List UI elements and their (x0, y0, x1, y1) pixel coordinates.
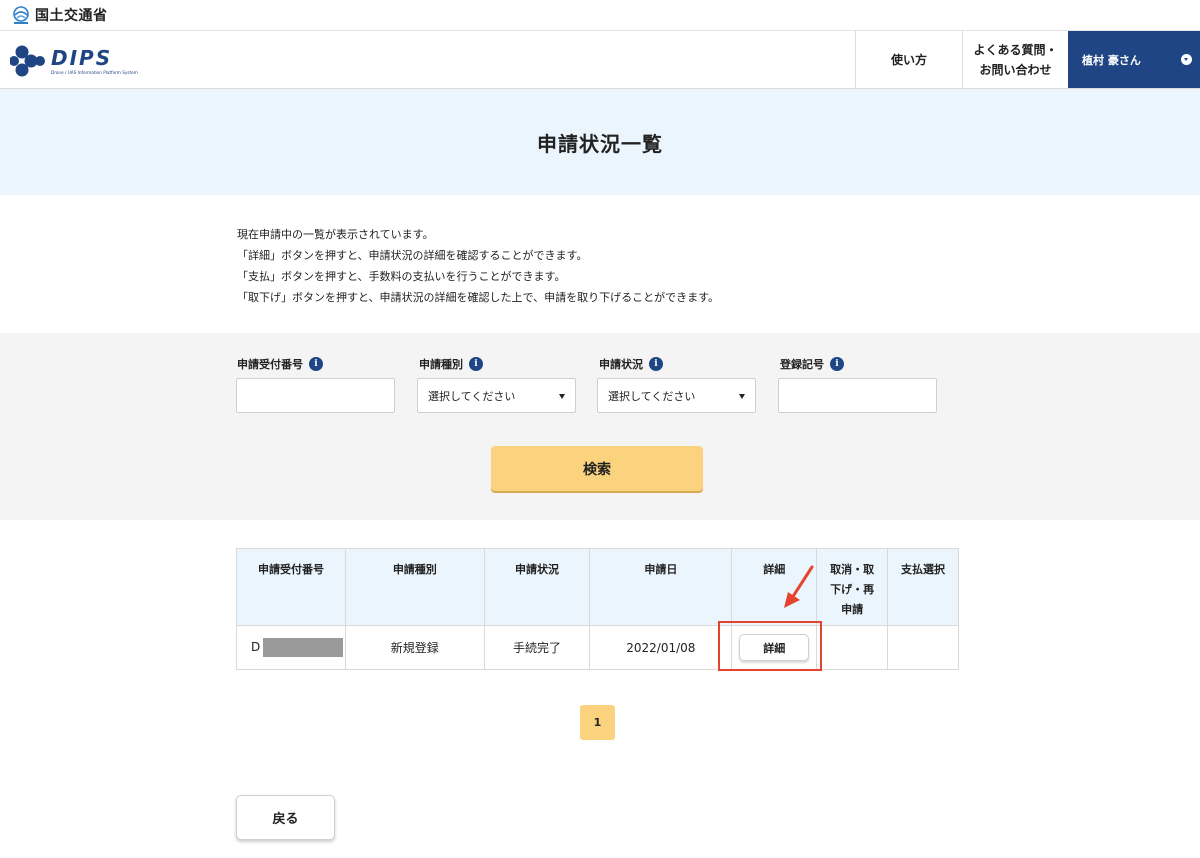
description-line: 「詳細」ボタンを押すと、申請状況の詳細を確認することができます。 (237, 249, 588, 262)
col-header-detail: 詳細 (731, 548, 818, 626)
reg-no-field: 登録記号 i (780, 355, 844, 373)
chevron-down-icon (1181, 54, 1192, 65)
results-table: 申請受付番号 申請種別 申請状況 申請日 詳細 取消・取 下げ・再 申請 支払選… (236, 548, 959, 670)
cell-type: 新規登録 (344, 625, 485, 670)
type-select[interactable]: 選択してください (417, 378, 576, 413)
ministry-emblem-icon (13, 6, 29, 24)
logo-diamond-icon (10, 45, 45, 77)
cell-receipt-no: D (236, 625, 346, 670)
nav-howto[interactable]: 使い方 (855, 31, 962, 88)
reg-no-input[interactable] (778, 378, 937, 413)
page-title-band: 申請状況一覧 (0, 89, 1200, 195)
cell-date: 2022/01/08 (589, 625, 733, 670)
table-row: D 新規登録 手続完了 2022/01/08 詳細 (236, 625, 959, 670)
dips-logo[interactable]: DIPS Drone / UAS Information Platform Sy… (10, 41, 160, 81)
nav-faq-contact[interactable]: よくある質問・ お問い合わせ (962, 31, 1068, 88)
col-header-type: 申請種別 (344, 548, 485, 626)
svg-text:Drone / UAS Information Platfo: Drone / UAS Information Platform System (51, 70, 138, 75)
cell-detail: 詳細 (731, 625, 818, 670)
description-line: 現在申請中の一覧が表示されています。 (237, 228, 434, 241)
info-icon[interactable]: i (830, 357, 844, 371)
page-title: 申請状況一覧 (537, 131, 663, 156)
col-header-cancel: 取消・取 下げ・再 申請 (816, 548, 889, 626)
type-field: 申請種別 i (419, 355, 483, 373)
caret-down-icon (739, 394, 745, 399)
description-line: 「取下げ」ボタンを押すと、申請状況の詳細を確認した上で、申請を取り下げることがで… (237, 291, 720, 304)
reg-no-label: 登録記号 (780, 358, 824, 371)
svg-text:DIPS: DIPS (51, 46, 112, 70)
cell-cancel (816, 625, 889, 670)
status-field: 申請状況 i (599, 355, 663, 373)
status-label: 申請状況 (599, 358, 643, 371)
col-header-status: 申請状況 (483, 548, 591, 626)
nav-faq-line1: よくある質問・ (973, 42, 1058, 57)
user-menu[interactable]: 植村 豪さん (1068, 31, 1200, 88)
status-select[interactable]: 選択してください (597, 378, 756, 413)
info-icon[interactable]: i (469, 357, 483, 371)
page-description: 現在申請中の一覧が表示されています。 「詳細」ボタンを押すと、申請状況の詳細を確… (237, 224, 997, 308)
redacted-block (263, 638, 344, 657)
type-select-value: 選択してください (428, 389, 516, 403)
search-panel: 申請受付番号 i 申請種別 i 選択してください 申請状況 i 選択してください… (0, 333, 1200, 520)
col-header-receipt-no: 申請受付番号 (236, 548, 346, 626)
type-label: 申請種別 (419, 358, 463, 371)
table-header-row: 申請受付番号 申請種別 申請状況 申請日 詳細 取消・取 下げ・再 申請 支払選… (236, 548, 959, 626)
col-header-payment: 支払選択 (887, 548, 959, 626)
info-icon[interactable]: i (309, 357, 323, 371)
info-icon[interactable]: i (649, 357, 663, 371)
search-button[interactable]: 検索 (491, 446, 703, 491)
site-header: DIPS Drone / UAS Information Platform Sy… (0, 31, 1200, 89)
cell-status: 手続完了 (483, 625, 591, 670)
receipt-no-field: 申請受付番号 i (237, 355, 323, 373)
col-header-date: 申請日 (589, 548, 733, 626)
ministry-name: 国土交通省 (35, 8, 108, 24)
receipt-no-input[interactable] (236, 378, 395, 413)
status-select-value: 選択してください (608, 389, 696, 403)
cell-payment (887, 625, 959, 670)
receipt-no-label: 申請受付番号 (237, 358, 303, 371)
caret-down-icon (559, 394, 565, 399)
nav-faq-line2: お問い合わせ (979, 62, 1052, 77)
pagination-page-1[interactable]: 1 (580, 705, 615, 740)
description-line: 「支払」ボタンを押すと、手数料の支払いを行うことができます。 (237, 270, 566, 283)
detail-button[interactable]: 詳細 (739, 634, 810, 661)
back-button[interactable]: 戻る (236, 795, 335, 840)
user-name: 植村 豪さん (1082, 53, 1141, 67)
ministry-bar: 国土交通省 (0, 0, 1200, 31)
